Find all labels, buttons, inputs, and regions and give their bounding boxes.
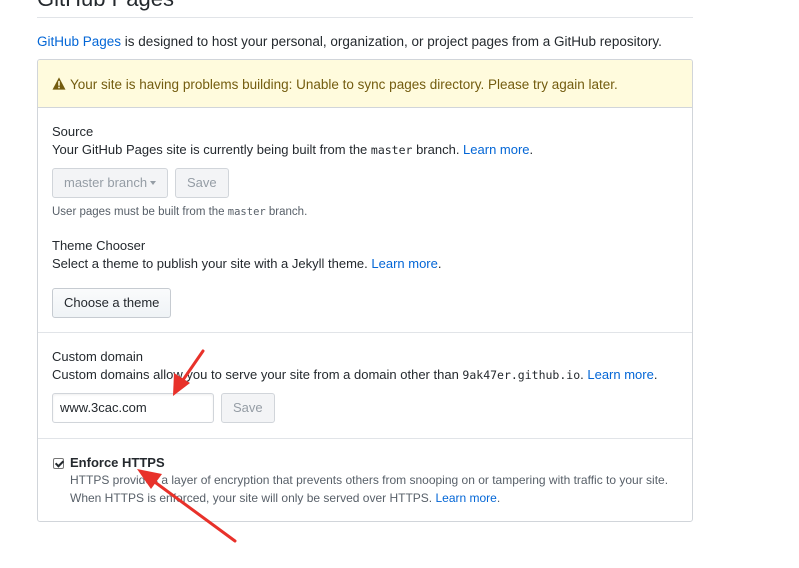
github-io-domain-code: 9ak47er.github.io xyxy=(462,368,581,382)
custom-domain-learn-more-link[interactable]: Learn more xyxy=(587,367,653,382)
https-note-line-2: When HTTPS is enforced, your site will o… xyxy=(70,491,500,505)
source-note-code: master xyxy=(227,206,266,218)
https-note-line-1: HTTPS provides a layer of encryption tha… xyxy=(70,473,669,487)
source-learn-more-link[interactable]: Learn more xyxy=(463,142,529,157)
source-note-text-2: branch. xyxy=(265,206,308,218)
https-learn-more-link[interactable]: Learn more xyxy=(435,491,496,505)
alert-icon xyxy=(52,77,66,90)
theme-chooser-label: Theme Chooser xyxy=(52,238,146,253)
https-note-end: . xyxy=(496,491,501,505)
source-desc-text-2: branch. xyxy=(412,142,464,157)
source-branch-code: master xyxy=(370,143,413,157)
enforce-https-checkbox[interactable] xyxy=(53,458,64,469)
custom-domain-label: Custom domain xyxy=(52,349,144,364)
branch-select-button[interactable]: master branch xyxy=(52,168,169,198)
intro-text: GitHub Pages is designed to host your pe… xyxy=(37,34,662,49)
https-note-text: When HTTPS is enforced, your site will o… xyxy=(70,491,436,505)
custom-domain-save-button[interactable]: Save xyxy=(221,393,275,423)
page-title: GitHub Pages xyxy=(37,0,693,18)
custom-domain-section: Custom domain Custom domains allow you t… xyxy=(38,333,692,439)
theme-desc-end: . xyxy=(437,256,442,271)
build-warning-message: Your site is having problems building: U… xyxy=(70,77,618,92)
source-desc-end: . xyxy=(529,142,534,157)
custom-domain-desc-text: Custom domains allow you to serve your s… xyxy=(52,367,463,382)
build-warning-flash: Your site is having problems building: U… xyxy=(38,60,692,108)
source-label: Source xyxy=(52,124,94,139)
pages-settings-box: Your site is having problems building: U… xyxy=(37,59,693,522)
enforce-https-section: Enforce HTTPS HTTPS provides a layer of … xyxy=(38,439,692,521)
github-pages-link[interactable]: GitHub Pages xyxy=(37,34,121,49)
intro-description: is designed to host your personal, organ… xyxy=(121,34,662,49)
source-note: User pages must be built from the master… xyxy=(52,206,307,218)
source-description: Your GitHub Pages site is currently bein… xyxy=(52,142,533,157)
source-desc-text: Your GitHub Pages site is currently bein… xyxy=(52,142,371,157)
theme-learn-more-link[interactable]: Learn more xyxy=(371,256,437,271)
source-section: Source Your GitHub Pages site is current… xyxy=(38,108,692,333)
custom-domain-desc-end: . xyxy=(653,367,658,382)
enforce-https-label[interactable]: Enforce HTTPS xyxy=(70,455,165,470)
theme-desc-text: Select a theme to publish your site with… xyxy=(52,256,372,271)
custom-domain-input[interactable]: www.3cac.com xyxy=(52,393,214,423)
custom-domain-description: Custom domains allow you to serve your s… xyxy=(52,367,657,382)
theme-description: Select a theme to publish your site with… xyxy=(52,256,442,271)
source-note-text: User pages must be built from the xyxy=(52,206,228,218)
branch-select-label: master branch xyxy=(64,175,148,190)
choose-theme-button[interactable]: Choose a theme xyxy=(52,288,172,318)
source-save-button[interactable]: Save xyxy=(175,168,229,198)
chevron-down-icon xyxy=(150,181,157,185)
